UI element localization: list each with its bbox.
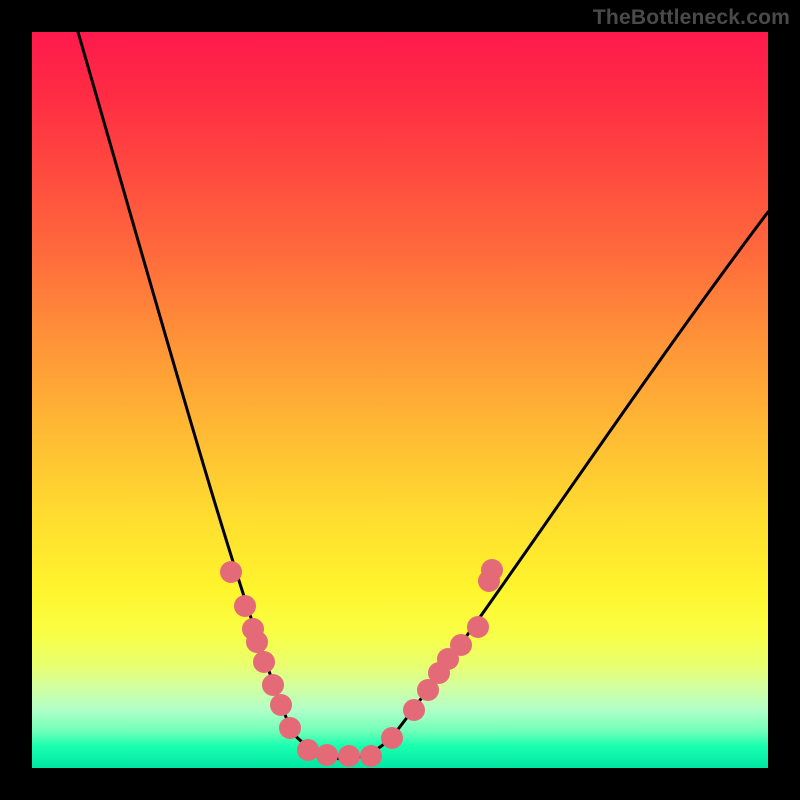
scatter-point: [234, 595, 256, 617]
scatter-point: [246, 631, 268, 653]
scatter-point: [481, 559, 503, 581]
scatter-point: [450, 634, 472, 656]
scatter-group: [220, 559, 503, 767]
chart-svg: [32, 32, 768, 768]
scatter-point: [262, 674, 284, 696]
chart-frame: TheBottleneck.com: [0, 0, 800, 800]
bottleneck-curve: [78, 32, 768, 759]
scatter-point: [316, 744, 338, 766]
scatter-point: [270, 694, 292, 716]
scatter-point: [467, 616, 489, 638]
scatter-point: [220, 561, 242, 583]
plot-area: [32, 32, 768, 768]
scatter-point: [253, 651, 275, 673]
watermark-text: TheBottleneck.com: [593, 6, 790, 30]
scatter-point: [381, 727, 403, 749]
scatter-point: [279, 717, 301, 739]
scatter-point: [297, 739, 319, 761]
scatter-point: [338, 745, 360, 767]
scatter-point: [403, 699, 425, 721]
scatter-point: [360, 745, 382, 767]
